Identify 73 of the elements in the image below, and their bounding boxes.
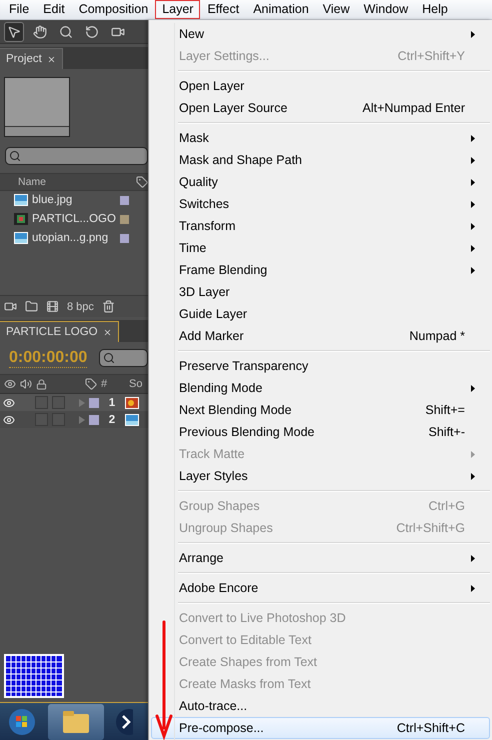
tag-icon [85,378,97,390]
image-thumbnail-icon [125,414,139,426]
image-thumbnail-icon [125,396,139,408]
close-icon[interactable] [46,54,56,64]
eye-icon [4,378,16,390]
search-icon [9,150,21,162]
selection-tool-icon[interactable] [4,22,24,42]
project-item[interactable]: blue.jpg [32,194,116,206]
composition-icon[interactable] [46,300,59,313]
search-field[interactable] [99,349,148,367]
layer-number: 1 [108,396,116,408]
search-field[interactable] [5,146,148,164]
lock-icon [36,378,47,390]
menu-bar-item[interactable]: Window [356,0,416,19]
menu-item[interactable]: Blending Mode [151,377,490,399]
tag-icon [136,176,148,188]
menu-item[interactable]: Quality [151,171,490,193]
menu-item[interactable]: Layer Styles [151,465,490,487]
menu-item[interactable]: Mask [151,127,490,149]
menu-item[interactable]: Time [151,237,490,259]
menu-bar-item[interactable]: Help [415,0,455,19]
menu-item[interactable]: Preserve Transparency [151,355,490,377]
menu-item[interactable]: Pre-compose... Ctrl+Shift+C [151,717,490,739]
search-icon [103,352,116,364]
interpret-footage-icon[interactable] [4,300,17,313]
menu-item[interactable]: Guide Layer [151,303,490,325]
preview-thumbnail [4,77,70,137]
composition-tab[interactable]: PARTICLE LOGO [0,321,119,342]
chevron-icon [113,708,133,736]
switch-box[interactable] [35,413,48,426]
column-header: # [101,378,108,390]
folder-icon[interactable] [25,300,38,313]
project-tab[interactable]: Project [0,48,63,69]
switch-box[interactable] [52,413,65,426]
menu-item[interactable]: Transform [151,215,490,237]
switch-box[interactable] [52,396,65,409]
menu-item[interactable]: Frame Blending [151,259,490,281]
folder-icon [62,710,90,734]
column-header: So [129,378,142,390]
trash-icon[interactable] [102,300,115,313]
menu-item[interactable]: Switches [151,193,490,215]
menu-item[interactable]: Auto-trace... [151,695,490,717]
menu-bar-item[interactable]: Composition [72,0,156,19]
menu-bar-item[interactable]: View [316,0,357,19]
menu-item[interactable]: Previous Blending Mode Shift+- [151,421,490,443]
menu-item[interactable]: New [151,23,490,45]
eye-icon[interactable] [3,414,15,426]
menu-item[interactable]: Open Layer [151,75,490,97]
bit-depth-label[interactable]: 8 bpc [67,300,94,312]
speaker-icon [20,378,32,390]
menu-item[interactable]: Arrange [151,547,490,569]
start-orb-icon [8,708,36,736]
menu-bar-item[interactable]: Layer [155,0,200,19]
menu-bar-item[interactable]: Edit [36,0,72,19]
layer-number: 2 [108,414,116,426]
menu-item[interactable]: Next Blending Mode Shift+= [151,399,490,421]
menu-bar-item[interactable]: Animation [246,0,316,19]
menu-bar-item[interactable]: File [2,0,36,19]
switch-box[interactable] [35,396,48,409]
composition-thumbnail-icon [14,213,28,225]
image-thumbnail-icon [14,194,28,206]
menu-item[interactable]: 3D Layer [151,281,490,303]
image-thumbnail-icon [14,232,28,244]
menu-item[interactable]: Add Marker Numpad * [151,325,490,347]
menu-bar-item[interactable]: Effect [200,0,246,19]
menu-item[interactable]: Adobe Encore [151,577,490,599]
file-explorer-taskbar-button[interactable] [48,704,104,740]
close-icon[interactable] [102,328,112,336]
menu-item[interactable]: Open Layer Source Alt+Numpad Enter [151,97,490,119]
menu-item[interactable]: Mask and Shape Path [151,149,490,171]
project-item[interactable]: utopian...g.png [32,232,116,244]
project-item[interactable]: PARTICL...OGO [32,213,116,225]
eye-icon[interactable] [3,396,15,408]
